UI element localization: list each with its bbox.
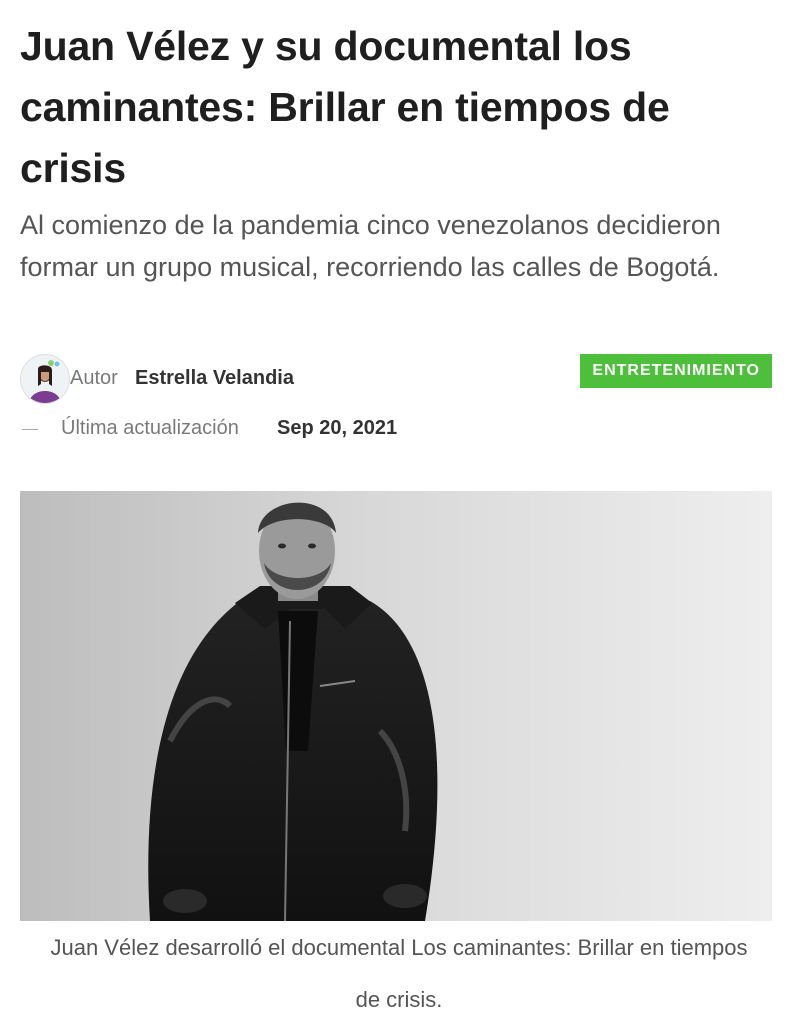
article-subtitle: Al comienzo de la pandemia cinco venezol… xyxy=(20,210,721,282)
author-label: Autor xyxy=(70,367,118,389)
image-caption: Juan Vélez desarrolló el documental Los … xyxy=(50,935,748,1012)
hero-photo xyxy=(20,491,772,921)
author-name-link[interactable]: Estrella Velandia xyxy=(135,367,294,390)
author-avatar[interactable] xyxy=(20,354,70,404)
updated-date: Sep 20, 2021 xyxy=(277,417,398,439)
hero-photo-image xyxy=(20,491,772,921)
updated-divider xyxy=(22,429,38,430)
avatar-image xyxy=(21,355,69,403)
article-title: Juan Vélez y su documental los caminante… xyxy=(20,23,670,191)
category-badge[interactable]: ENTRETENIMIENTO xyxy=(580,354,772,388)
updated-label: Última actualización xyxy=(61,417,239,439)
article: Juan Vélez y su documental los caminante… xyxy=(0,0,798,1034)
